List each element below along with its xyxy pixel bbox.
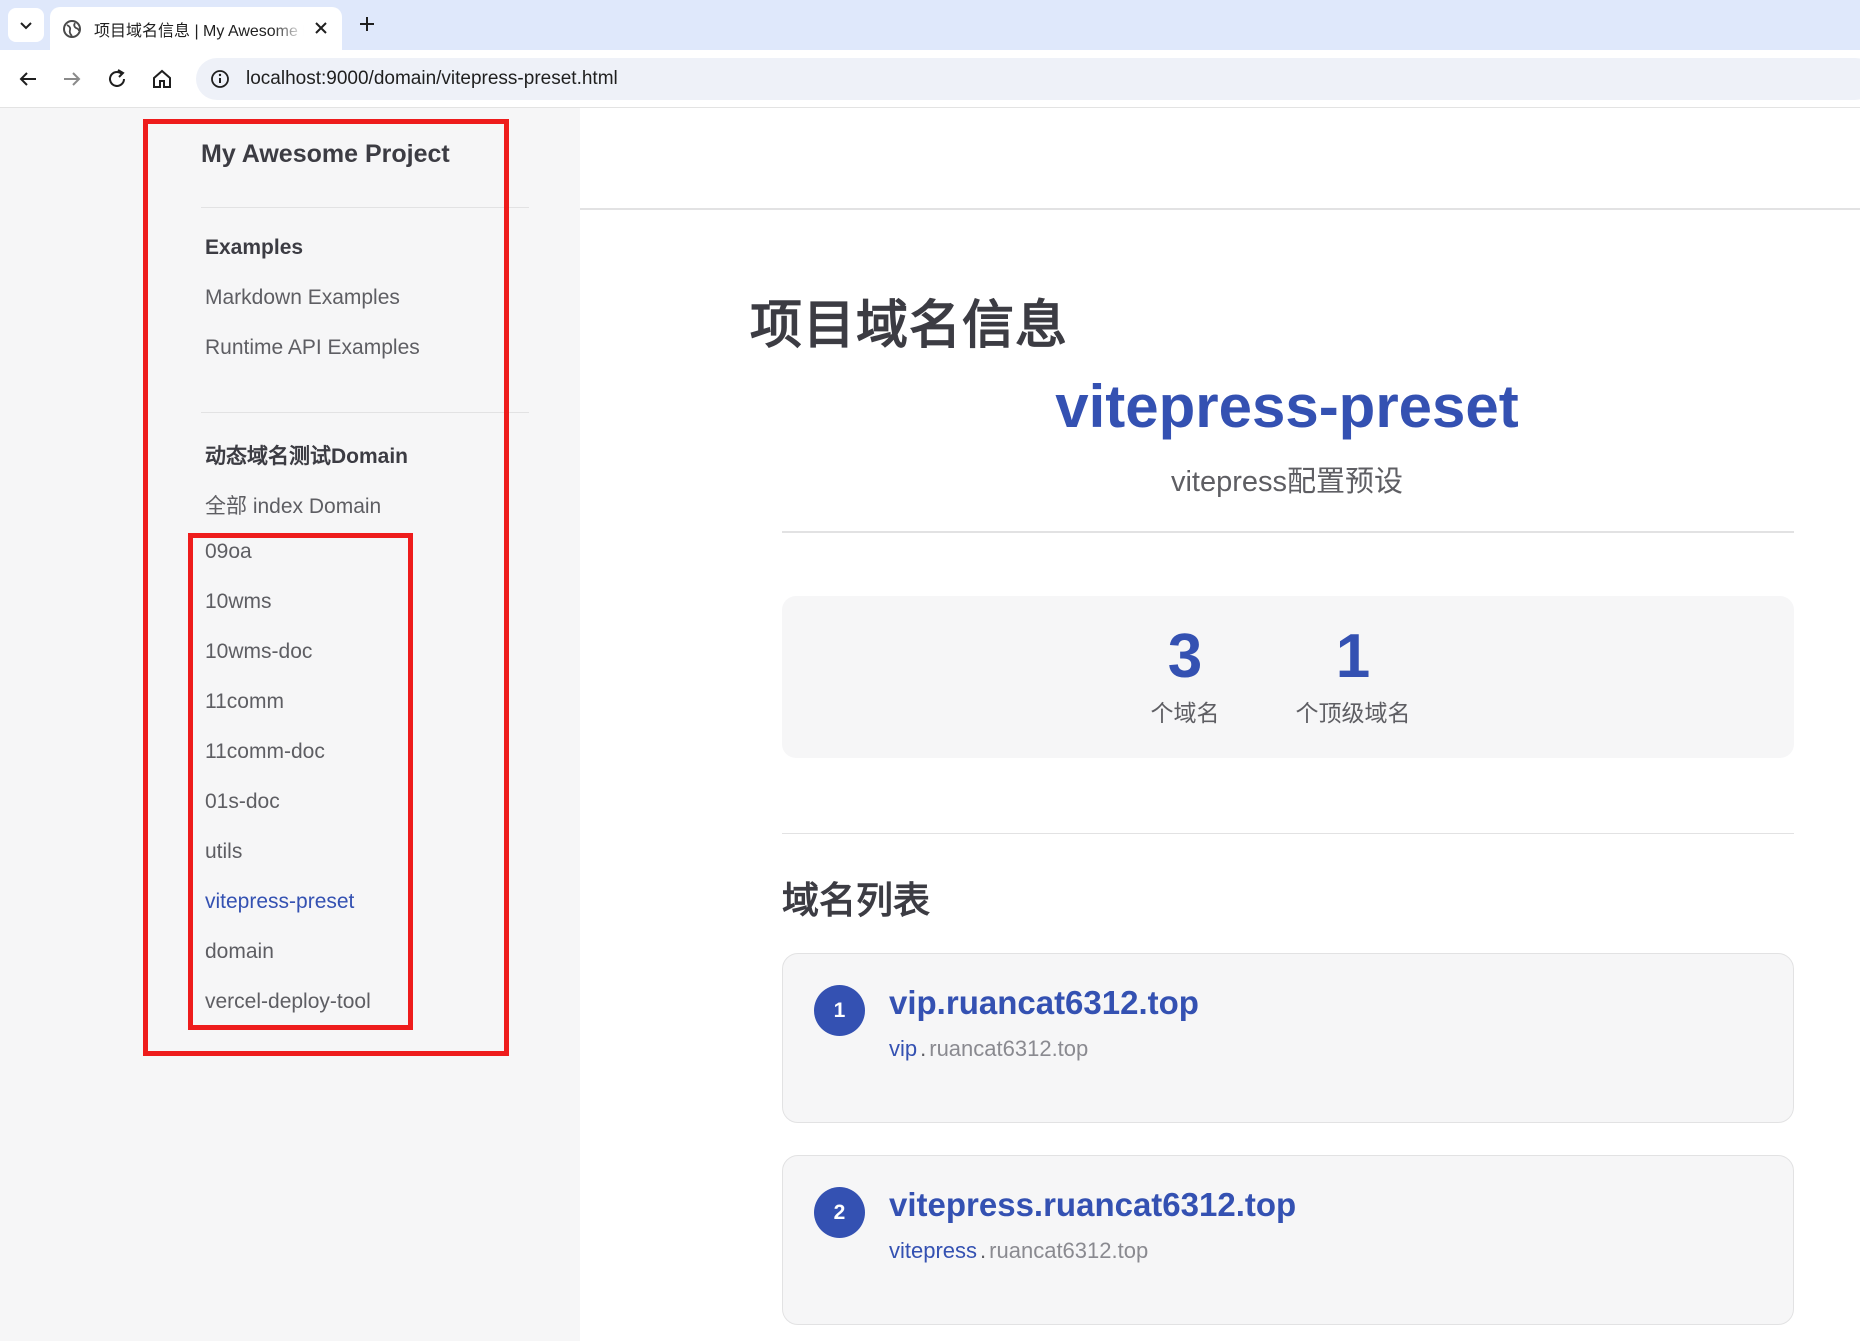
browser-toolbar: localhost:9000/domain/vitepress-preset.h… bbox=[0, 50, 1860, 108]
domain-breakdown: vitepress. ruancat6312.top bbox=[889, 1238, 1148, 1264]
sidebar-item-10wms-doc[interactable]: 10wms-doc bbox=[205, 640, 312, 664]
home-icon[interactable] bbox=[150, 67, 174, 91]
globe-icon bbox=[63, 19, 81, 38]
sidebar-item-11comm[interactable]: 11comm bbox=[205, 690, 284, 714]
sidebar: My Awesome Project Examples Markdown Exa… bbox=[0, 108, 580, 1341]
chevron-down-icon bbox=[20, 22, 32, 30]
domain-dot: . bbox=[920, 1036, 927, 1061]
tab-search-button[interactable] bbox=[8, 8, 44, 42]
sidebar-item-vercel-deploy-tool[interactable]: vercel-deploy-tool bbox=[205, 990, 371, 1014]
domain-list-heading: 域名列表 bbox=[782, 880, 930, 921]
domain-subdomain: vip bbox=[889, 1036, 918, 1061]
domain-index-badge: 1 bbox=[814, 985, 865, 1036]
stat-value: 3 bbox=[1167, 622, 1203, 691]
domain-root: ruancat6312.top bbox=[989, 1238, 1149, 1263]
domain-dot: . bbox=[980, 1238, 987, 1263]
domain-subdomain: vitepress bbox=[889, 1238, 978, 1263]
domain-card: 1 vip.ruancat6312.top vip. ruancat6312.to… bbox=[782, 953, 1794, 1123]
sidebar-item-01s-doc[interactable]: 01s-doc bbox=[205, 790, 280, 814]
sidebar-divider bbox=[201, 207, 529, 208]
sidebar-item-09oa[interactable]: 09oa bbox=[205, 540, 252, 564]
back-arrow-icon[interactable] bbox=[16, 67, 40, 91]
stat-label: 个顶级域名 bbox=[1295, 700, 1411, 726]
address-bar[interactable]: localhost:9000/domain/vitepress-preset.h… bbox=[196, 58, 1860, 100]
stats-card: 3 个域名 1 个顶级域名 bbox=[782, 596, 1794, 758]
sidebar-item-10wms[interactable]: 10wms bbox=[205, 590, 272, 614]
browser-tabstrip: 项目域名信息 | My Awesome Project bbox=[0, 0, 1860, 50]
sidebar-item-markdown-examples[interactable]: Markdown Examples bbox=[205, 286, 400, 310]
domain-link[interactable]: vip.ruancat6312.top bbox=[889, 984, 1199, 1022]
url-text: localhost:9000/domain/vitepress-preset.h… bbox=[246, 68, 618, 89]
divider bbox=[782, 531, 1794, 533]
domain-root: ruancat6312.top bbox=[929, 1036, 1089, 1061]
stat-label: 个域名 bbox=[1150, 700, 1220, 726]
content-navbar bbox=[580, 108, 1860, 210]
info-icon[interactable] bbox=[210, 69, 230, 89]
sidebar-group-title-examples: Examples bbox=[205, 236, 304, 259]
close-icon[interactable] bbox=[312, 19, 330, 37]
sidebar-group-title-domain: 动态域名测试Domain bbox=[205, 445, 409, 468]
divider bbox=[782, 833, 1794, 834]
stat-domain-count: 3 个域名 bbox=[1150, 624, 1220, 728]
site-title[interactable]: My Awesome Project bbox=[201, 140, 450, 169]
reload-icon[interactable] bbox=[105, 67, 129, 91]
sidebar-divider bbox=[201, 412, 529, 413]
sidebar-item-utils[interactable]: utils bbox=[205, 840, 242, 864]
forward-arrow-icon[interactable] bbox=[60, 67, 84, 91]
project-description: vitepress配置预设 bbox=[1170, 466, 1404, 498]
sidebar-item-11comm-doc[interactable]: 11comm-doc bbox=[205, 740, 325, 764]
page-title: 项目域名信息 bbox=[750, 297, 1069, 355]
sidebar-item-vitepress-preset[interactable]: vitepress-preset bbox=[205, 890, 354, 914]
domain-breakdown: vip. ruancat6312.top bbox=[889, 1036, 1088, 1062]
sidebar-item-runtime-api-examples[interactable]: Runtime API Examples bbox=[205, 336, 420, 360]
sidebar-item-domain[interactable]: domain bbox=[205, 940, 274, 964]
tab-title: 项目域名信息 | My Awesome Project bbox=[94, 22, 304, 40]
domain-card: 2 vitepress.ruancat6312.top vitepress. ru… bbox=[782, 1155, 1794, 1325]
new-tab-plus-icon[interactable] bbox=[356, 13, 378, 35]
browser-tab-active[interactable]: 项目域名信息 | My Awesome Project bbox=[50, 7, 342, 50]
domain-index-badge: 2 bbox=[814, 1187, 865, 1238]
stat-top-level-count: 1 个顶级域名 bbox=[1288, 624, 1418, 728]
stat-value: 1 bbox=[1335, 622, 1371, 691]
sidebar-item-all-index-domain[interactable]: 全部 index Domain bbox=[205, 490, 381, 520]
domain-link[interactable]: vitepress.ruancat6312.top bbox=[889, 1186, 1296, 1224]
project-name: vitepress-preset bbox=[1055, 373, 1519, 440]
